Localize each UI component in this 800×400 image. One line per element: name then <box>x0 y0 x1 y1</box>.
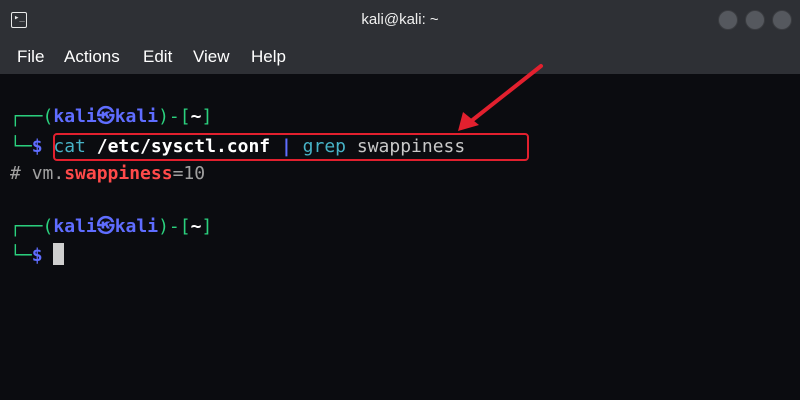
terminal-window: ▸_ kali@kali: ~ File Actions Edit View H… <box>0 0 800 400</box>
annotation-arrow-icon <box>458 64 543 131</box>
